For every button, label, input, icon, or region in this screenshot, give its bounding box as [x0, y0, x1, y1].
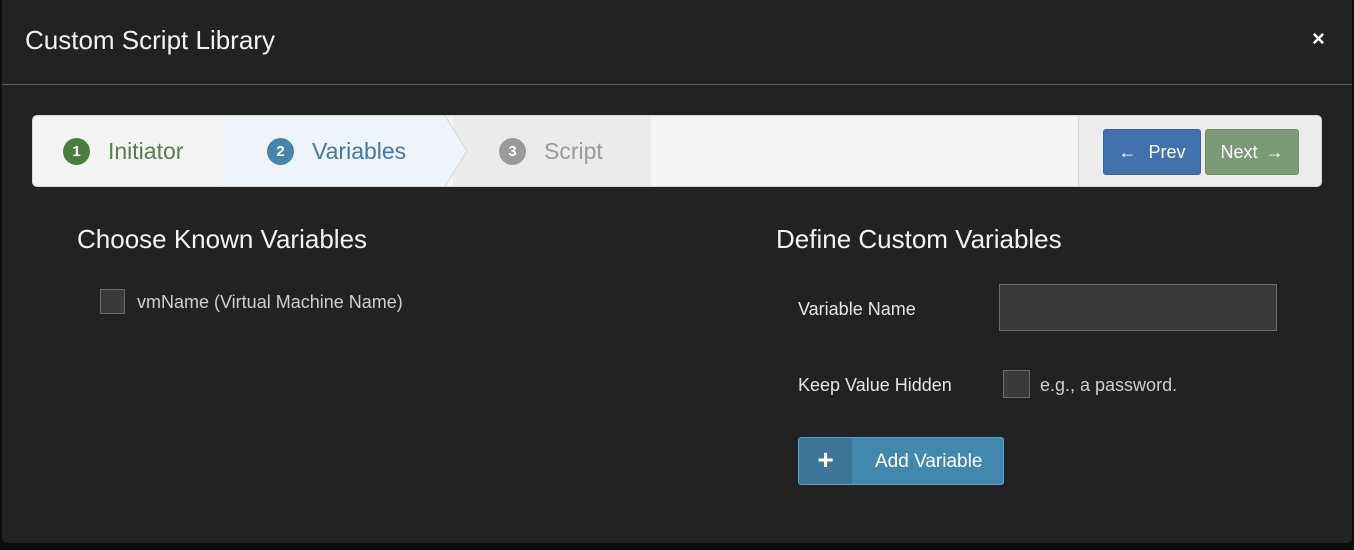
variable-name-input[interactable]: [999, 284, 1277, 331]
prev-label: Prev: [1148, 141, 1186, 162]
vmname-checkbox[interactable]: [100, 289, 125, 314]
step-label: Script: [544, 137, 603, 164]
step-label: Variables: [312, 137, 407, 164]
next-button[interactable]: Next →: [1205, 129, 1299, 175]
keep-hidden-hint: e.g., a password.: [1040, 375, 1178, 395]
arrow-left-icon: ←: [1118, 141, 1137, 162]
step-label: Initiator: [108, 137, 184, 164]
wizard-actions: ← Prev Next →: [1078, 116, 1321, 186]
arrow-right-icon: →: [1265, 141, 1284, 162]
wizard-steps: 1 Initiator 2 Variables 3 Script ← Prev …: [32, 115, 1322, 187]
step-number-badge: 3: [499, 137, 526, 165]
modal-title: Custom Script Library: [25, 25, 275, 55]
plus-icon: +: [799, 438, 852, 484]
variable-name-label: Variable Name: [798, 299, 916, 319]
modal-header: Custom Script Library ×: [2, 0, 1352, 85]
keep-hidden-checkbox[interactable]: [1003, 370, 1030, 398]
next-label: Next: [1220, 141, 1258, 162]
custom-variables-title: Define Custom Variables: [776, 224, 1062, 254]
step-number-badge: 2: [267, 137, 294, 165]
prev-button[interactable]: ← Prev: [1103, 129, 1201, 175]
add-variable-label: Add Variable: [875, 451, 983, 472]
step-separator: [443, 116, 467, 186]
keep-hidden-label: Keep Value Hidden: [798, 375, 952, 395]
vmname-label[interactable]: vmName (Virtual Machine Name): [137, 292, 403, 313]
close-icon[interactable]: ×: [1312, 28, 1325, 50]
custom-script-library-modal: Custom Script Library × 1 Initiator 2 Va…: [2, 0, 1352, 543]
known-variables-title: Choose Known Variables: [77, 224, 368, 254]
step-number-badge: 1: [63, 137, 90, 165]
step-variables[interactable]: 2 Variables: [223, 116, 453, 186]
step-script[interactable]: 3 Script: [453, 116, 651, 186]
step-initiator[interactable]: 1 Initiator: [33, 116, 253, 186]
add-variable-button[interactable]: + Add Variable: [798, 437, 1004, 485]
